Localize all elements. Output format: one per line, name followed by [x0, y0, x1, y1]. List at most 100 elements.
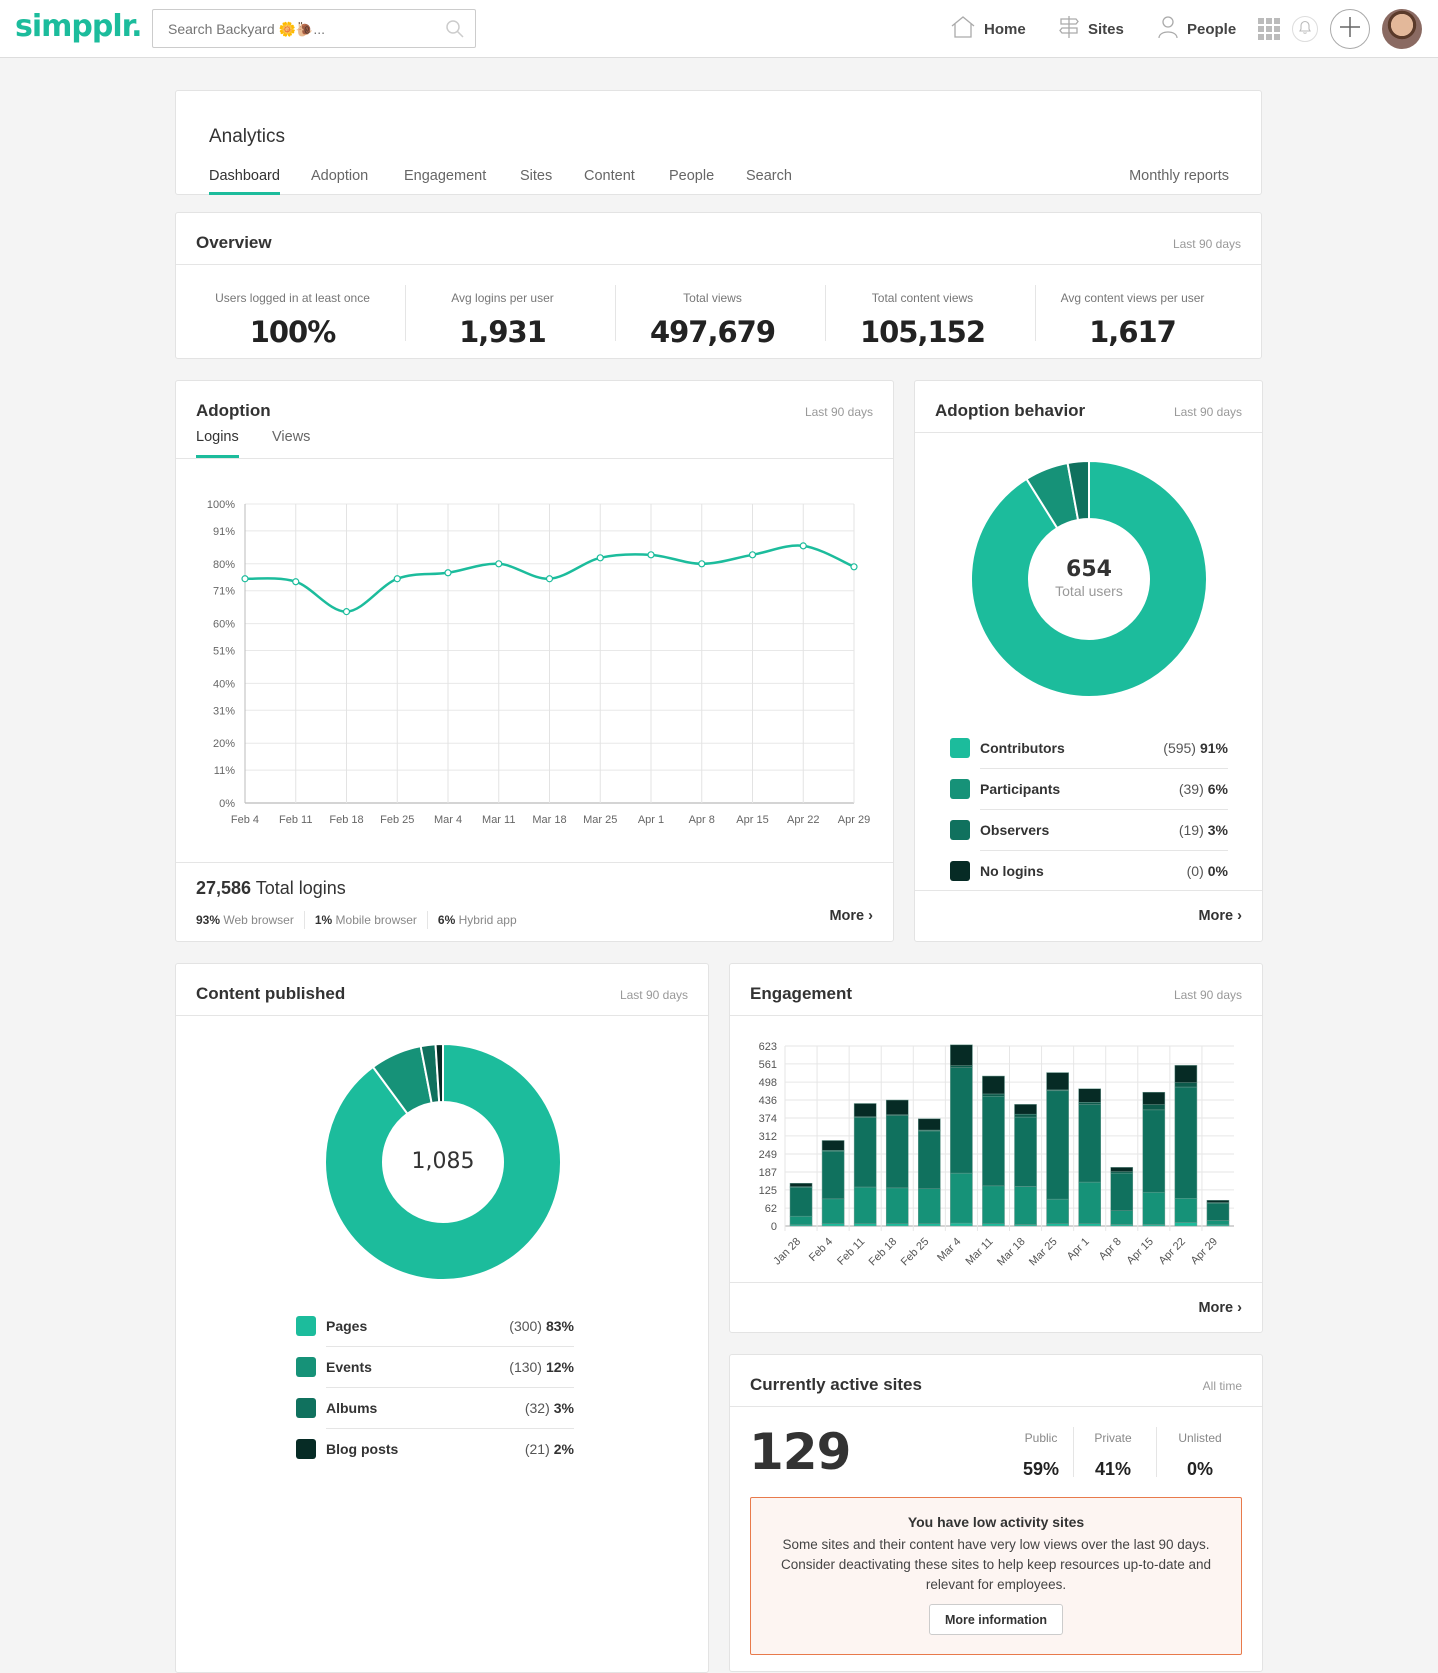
legend-pct: 3% [1207, 821, 1228, 838]
nav-people-label: People [1187, 20, 1237, 38]
bar-segment [789, 1182, 813, 1187]
data-point [241, 575, 249, 583]
adoption-behavior-title: Adoption behavior [935, 401, 1086, 420]
x-tick-label: Feb 4 [231, 814, 259, 826]
legend-pct: 83% [545, 1317, 574, 1334]
search-box[interactable] [152, 9, 476, 48]
adoption-behavior-more-link[interactable]: More › [1198, 908, 1242, 924]
legend-count: (32) [524, 1399, 550, 1416]
bar-segment [1142, 1104, 1166, 1111]
bar-segment [982, 1093, 1005, 1097]
bar-segment [1078, 1104, 1101, 1183]
y-tick-label: 374 [759, 1113, 777, 1125]
create-button[interactable] [1330, 9, 1370, 49]
data-point [545, 575, 554, 583]
legend-name: Contributors [980, 739, 1065, 756]
engagement-period: Last 90 days [1173, 988, 1242, 1002]
legend-count: (130) [509, 1358, 542, 1375]
legend-pct: 3% [553, 1399, 574, 1416]
adoption-more-link[interactable]: More › [829, 908, 873, 924]
tab-search[interactable]: Search [746, 168, 792, 184]
bar-segment [1142, 1109, 1166, 1193]
breakdown-label: Unlisted [1178, 1431, 1222, 1445]
adoption-title: Adoption [196, 401, 271, 420]
source-mobile: 1% Mobile browser [315, 913, 417, 927]
engagement-card: Engagement Last 90 days 0 62 125 187 249 312 3… [729, 963, 1263, 1333]
tab-logins[interactable]: Logins [196, 429, 239, 445]
legend-swatch [950, 737, 970, 758]
stat-value: 497,679 [649, 315, 776, 349]
engagement-more-link[interactable]: More › [1198, 1300, 1242, 1316]
app-launcher-icon[interactable] [1258, 18, 1280, 45]
tab-sites[interactable]: Sites [520, 168, 552, 184]
stat-label: Avg logins per user [451, 291, 554, 305]
legend-name: Observers [980, 821, 1050, 838]
data-point [647, 551, 655, 559]
tab-adoption[interactable]: Adoption [311, 168, 368, 184]
bar-segment [950, 1067, 973, 1174]
stat-separator [615, 285, 616, 341]
bar-segment [950, 1172, 973, 1224]
bar-segment [1110, 1172, 1134, 1211]
notifications-button[interactable] [1292, 16, 1318, 42]
breakdown-value: 0% [1186, 1459, 1213, 1479]
bar-segment [789, 1187, 813, 1217]
nav-sites-label: Sites [1088, 20, 1124, 38]
legend-count: (21) [524, 1440, 550, 1457]
y-tick-label: 91% [213, 526, 235, 538]
nav-people[interactable]: People [1157, 15, 1236, 43]
y-tick-label: 11% [214, 765, 235, 777]
y-tick-label: 0 [771, 1221, 777, 1233]
legend-count: (300) [509, 1317, 542, 1334]
bar-segment [950, 1044, 973, 1066]
chevron-right-icon: › [868, 908, 873, 924]
user-avatar[interactable] [1382, 9, 1422, 49]
search-icon[interactable] [445, 19, 465, 44]
nav-sites[interactable]: Sites [1058, 15, 1124, 43]
legend-item: Events (130) 12% [296, 1346, 574, 1387]
tab-content[interactable]: Content [584, 168, 635, 184]
overview-card: Overview Last 90 days Users logged in at… [175, 212, 1262, 359]
tab-engagement[interactable]: Engagement [404, 168, 486, 184]
engagement-title: Engagement [750, 984, 853, 1003]
y-tick-label: 436 [759, 1095, 777, 1107]
legend-name: Pages [326, 1317, 368, 1334]
tab-dashboard[interactable]: Dashboard [209, 168, 280, 184]
legend-swatch [296, 1356, 316, 1377]
simpplr-logo[interactable]: simpplr. [15, 9, 143, 44]
sites-public: Public 59% [1001, 1431, 1081, 1480]
overview-stats: Users logged in at least once 100% Avg lo… [188, 265, 1251, 359]
data-point [698, 560, 706, 568]
source-separator [303, 911, 305, 929]
legend-pct: 91% [1199, 739, 1228, 756]
nav-home[interactable]: Home [950, 15, 1026, 43]
source-pct: 1% [314, 913, 333, 927]
active-sites-count: 129 [749, 1423, 851, 1481]
more-information-button[interactable]: More information [928, 1604, 1064, 1635]
x-tick-label: Feb 11 [279, 814, 312, 826]
x-tick-label: Apr 29 [838, 814, 870, 826]
source-pct: 93% [196, 913, 221, 927]
bar-segment [982, 1096, 1005, 1187]
search-input[interactable] [153, 10, 433, 47]
bar-segment [1142, 1191, 1166, 1225]
stat-value: 1,931 [459, 315, 547, 349]
x-tick-label: Apr 1 [1065, 1236, 1092, 1263]
bar-segment [821, 1223, 845, 1227]
monthly-reports-link[interactable]: Monthly reports [1129, 168, 1229, 184]
bar-segment [821, 1198, 845, 1224]
source-label: Mobile browser [335, 913, 417, 927]
data-point [596, 554, 604, 562]
overview-period: Last 90 days [1172, 237, 1241, 251]
more-label: More [1198, 1300, 1234, 1316]
bar-segment [885, 1223, 909, 1227]
bar-segment [853, 1186, 877, 1224]
tab-views[interactable]: Views [272, 429, 310, 445]
y-tick-label: 623 [759, 1041, 777, 1053]
x-tick-label: Apr 22 [1157, 1236, 1188, 1267]
stat-label: Total content views [871, 291, 974, 305]
tab-people[interactable]: People [669, 168, 714, 184]
source-hybrid: 6% Hybrid app [438, 913, 517, 927]
login-source-breakdown: 93% Web browser 1% Mobile browser 6% Hyb… [196, 911, 517, 929]
legend-count: (595) [1163, 739, 1196, 756]
